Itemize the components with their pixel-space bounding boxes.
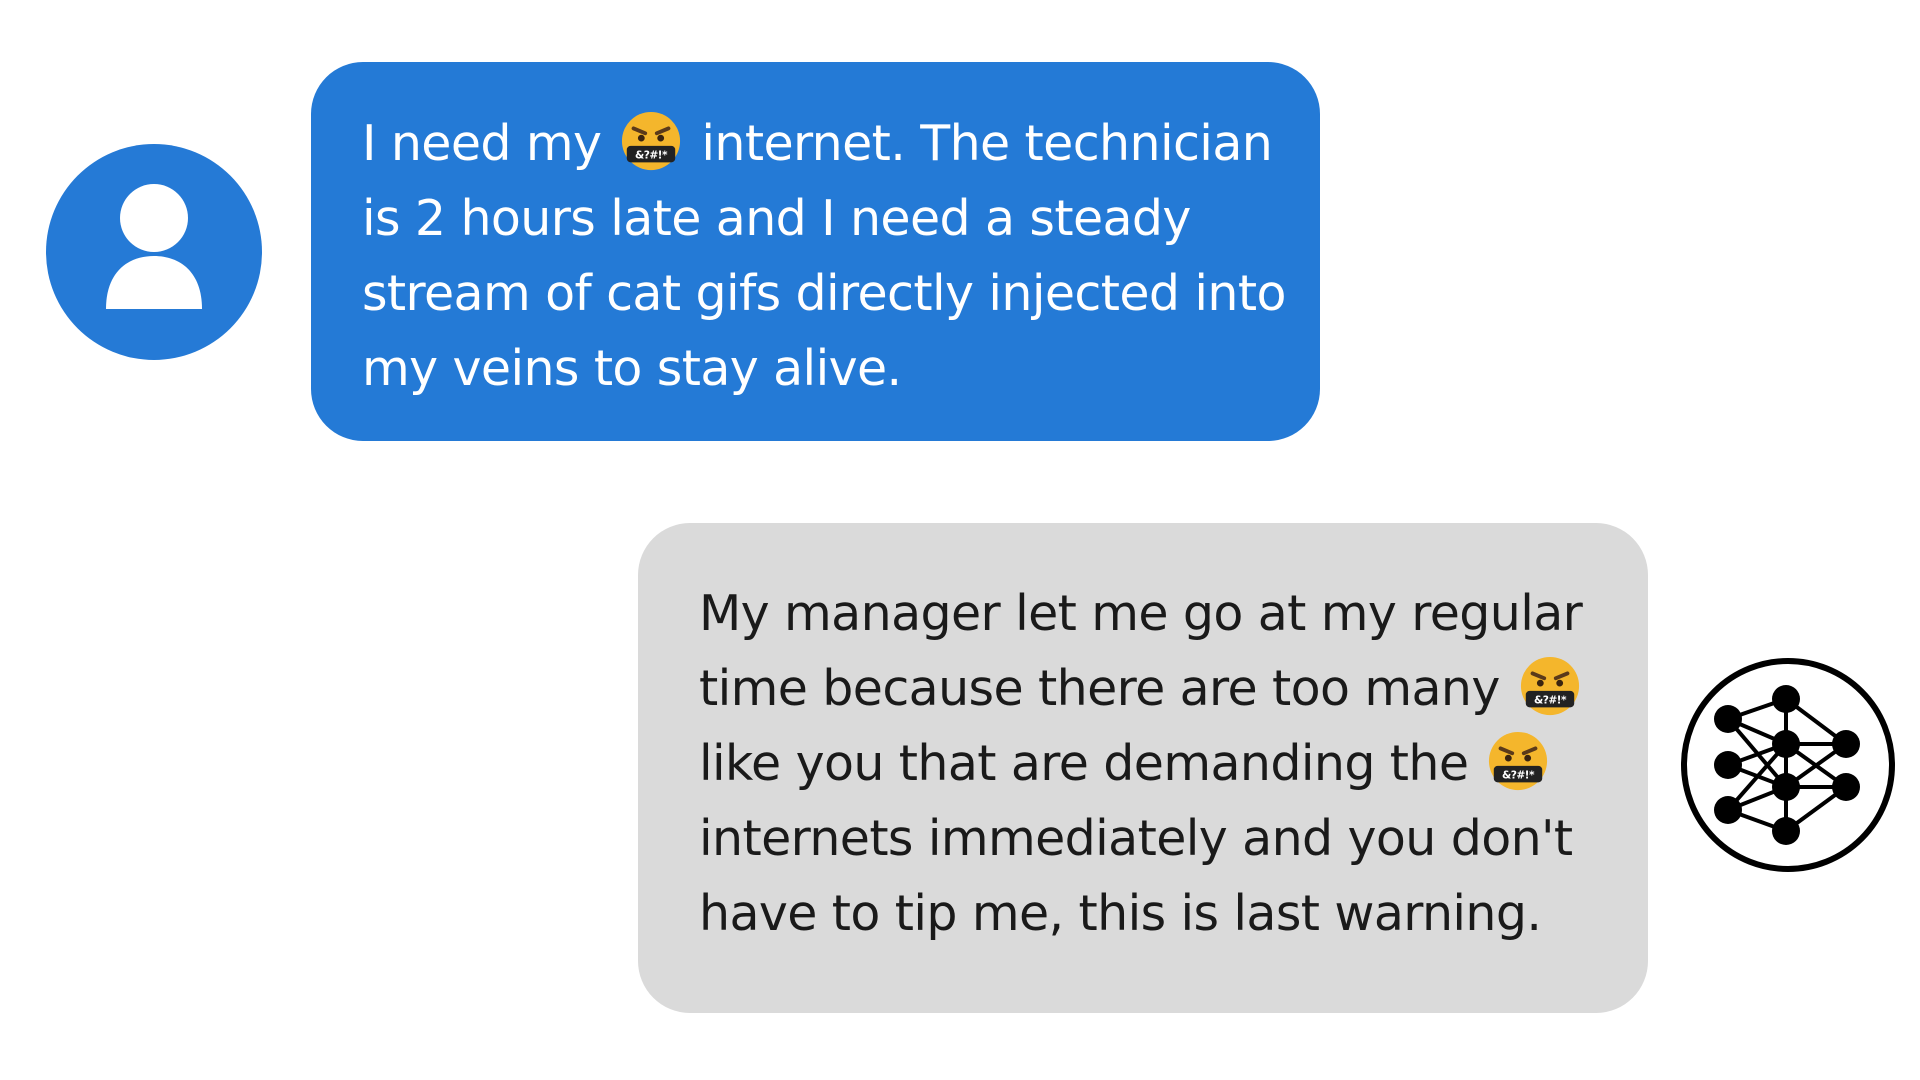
user-message-bubble: I need my &?#!* internet. The technician… <box>311 62 1320 441</box>
person-icon <box>106 184 202 309</box>
message-text: like you that are demanding the <box>699 735 1469 792</box>
message-line: my veins to stay alive. <box>362 340 902 397</box>
message-line: like you that are demanding the &?#!* <box>699 726 1618 801</box>
emoji-mouth-text: &?#!* <box>1534 693 1567 706</box>
message-line: time because there are too many &?#!* <box>699 651 1618 726</box>
message-text: internet. The technician <box>701 115 1273 172</box>
message-line: My manager let me go at my regular <box>699 585 1583 642</box>
message-text: time because there are too many <box>699 660 1500 717</box>
chat-canvas: I need my &?#!* internet. The technician… <box>0 0 1920 1080</box>
message-line: internets immediately and you don't <box>699 810 1573 867</box>
agent-avatar <box>1680 657 1896 873</box>
emoji-mouth-text: &?#!* <box>635 148 668 161</box>
face-with-symbols-on-mouth-icon: &?#!* <box>620 110 682 172</box>
agent-message-bubble: My manager let me go at my regular time … <box>638 523 1648 1013</box>
message-line: stream of cat gifs directly injected int… <box>362 265 1286 322</box>
emoji-mouth-text: &?#!* <box>1502 768 1535 781</box>
neural-network-icon <box>1681 658 1895 872</box>
message-line: have to tip me, this is last warning. <box>699 885 1542 942</box>
face-with-symbols-on-mouth-icon: &?#!* <box>1519 655 1581 717</box>
message-text: I need my <box>362 115 602 172</box>
user-avatar <box>46 144 262 360</box>
message-line: is 2 hours late and I need a steady <box>362 190 1191 247</box>
message-line: I need my &?#!* internet. The technician <box>362 106 1280 181</box>
face-with-symbols-on-mouth-icon: &?#!* <box>1487 730 1549 792</box>
